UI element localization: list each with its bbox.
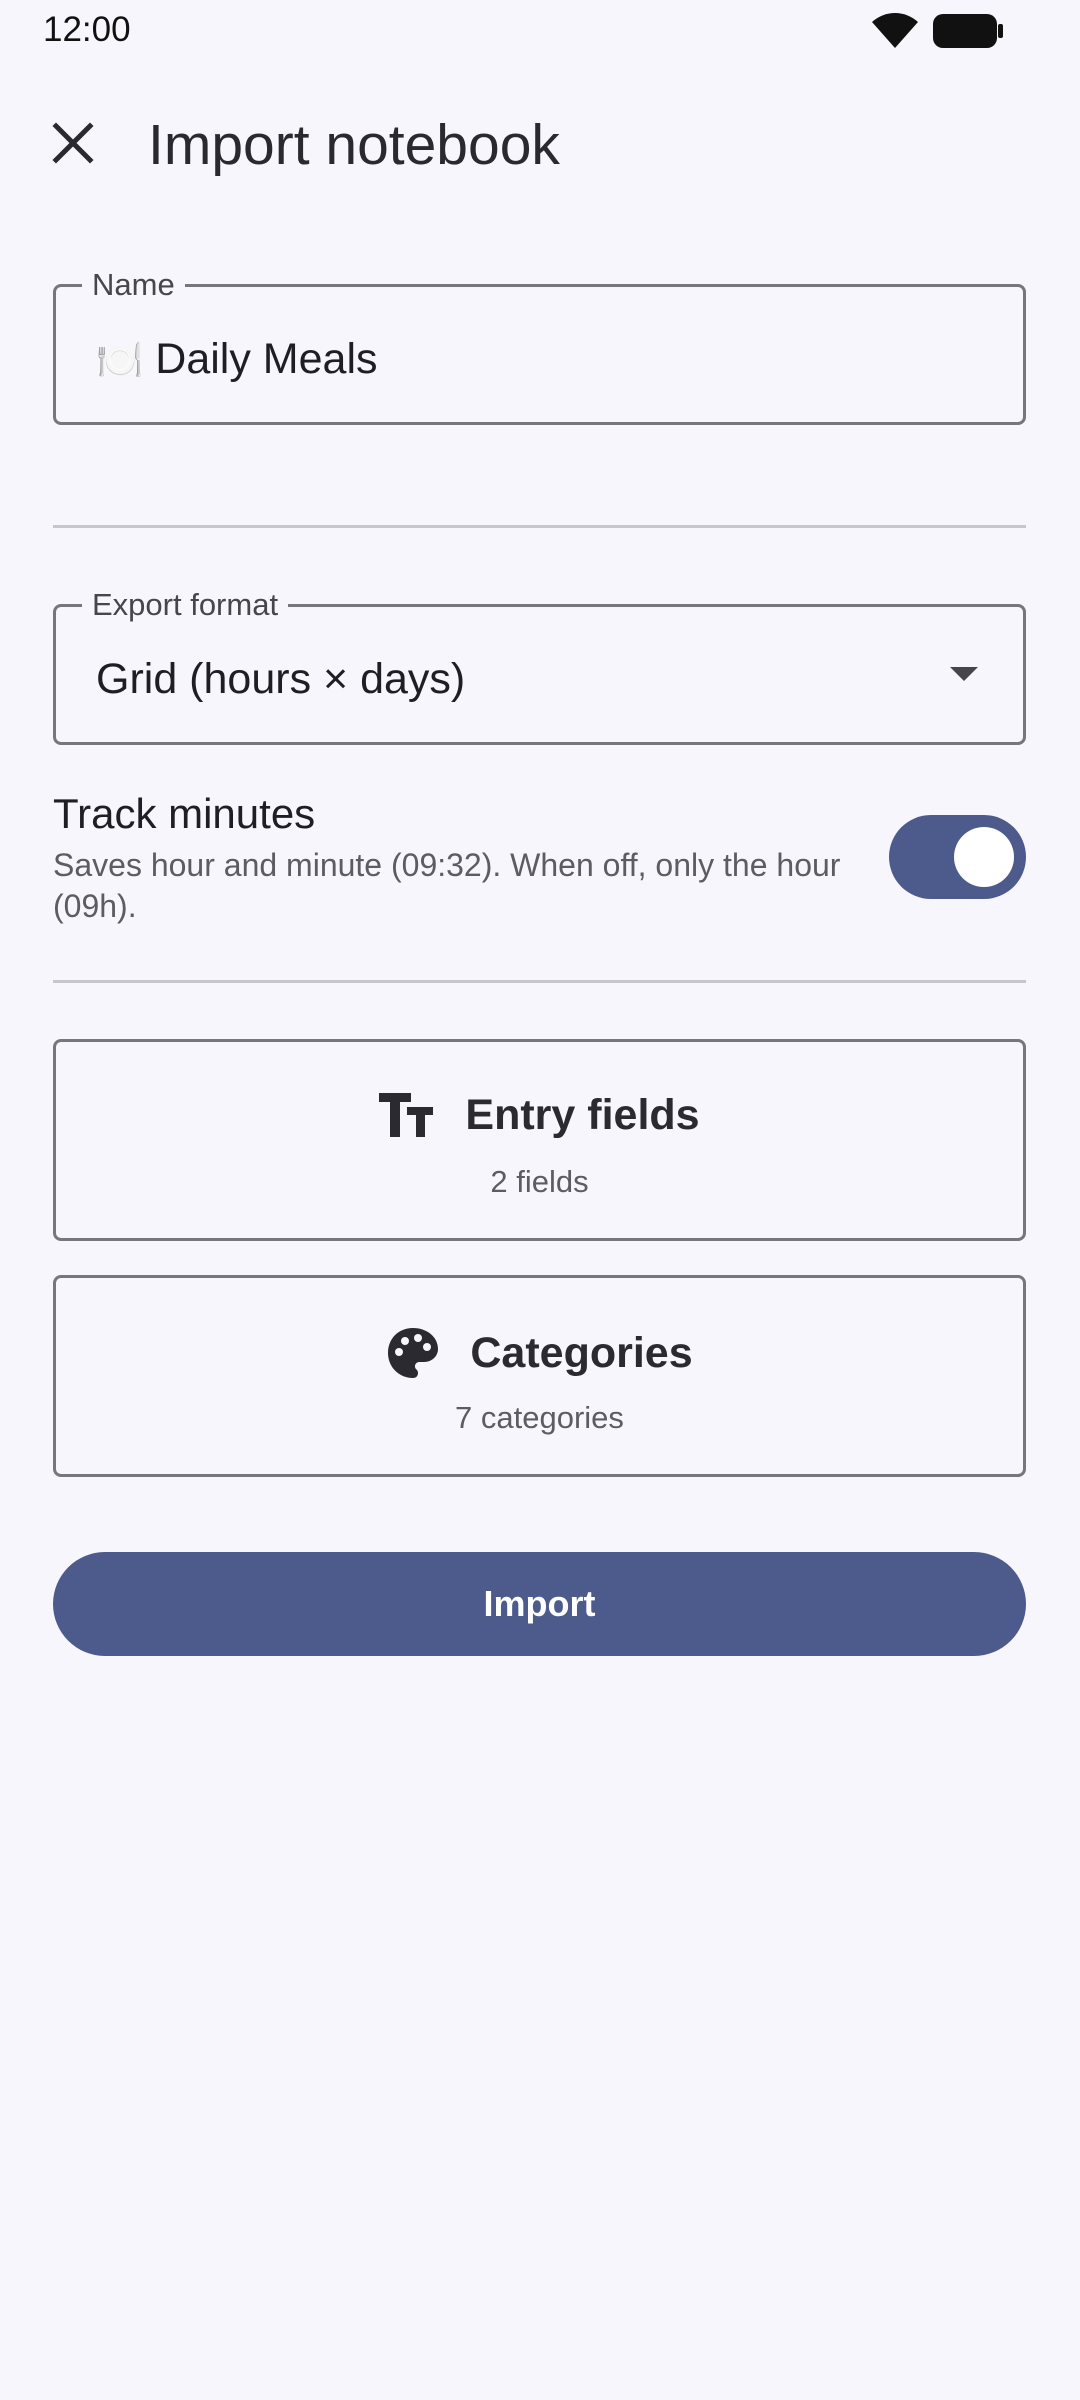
export-format-value: Grid (hours × days)	[96, 655, 466, 703]
categories-button[interactable]: Categories 7 categories	[53, 1275, 1026, 1477]
palette-icon	[388, 1328, 439, 1378]
top-app-bar: Import notebook	[0, 90, 1080, 200]
entry-fields-subtitle: 2 fields	[490, 1164, 589, 1199]
entry-fields-button[interactable]: Entry fields 2 fields	[53, 1039, 1026, 1241]
status-time: 12:00	[43, 10, 131, 49]
entry-fields-title: Entry fields	[465, 1091, 700, 1139]
import-button[interactable]: Import	[53, 1552, 1026, 1656]
battery-icon	[933, 14, 1003, 48]
name-field[interactable]: Name 🍽️ Daily Meals	[53, 267, 1026, 425]
status-bar: 12:00	[0, 0, 1080, 60]
track-minutes-description: Saves hour and minute (09:32). When off,…	[53, 847, 841, 924]
track-minutes-title: Track minutes	[53, 790, 316, 837]
close-icon	[52, 122, 94, 164]
export-format-dropdown[interactable]: Export format Grid (hours × days)	[53, 587, 1026, 745]
divider	[53, 980, 1026, 983]
plate-emoji-icon: 🍽️	[96, 340, 144, 382]
categories-title: Categories	[470, 1329, 693, 1377]
categories-subtitle: 7 categories	[455, 1400, 624, 1435]
switch-thumb	[954, 827, 1014, 887]
export-format-label: Export format	[82, 587, 289, 623]
name-field-text: Daily Meals	[155, 335, 378, 383]
name-field-value[interactable]: 🍽️ Daily Meals	[96, 335, 378, 385]
close-button[interactable]	[38, 108, 108, 178]
name-field-label: Name	[82, 267, 185, 303]
page-title: Import notebook	[148, 113, 560, 177]
divider	[53, 525, 1026, 528]
dropdown-arrow-icon	[950, 667, 978, 681]
text-fields-icon	[379, 1093, 434, 1137]
wifi-icon	[872, 13, 918, 48]
track-minutes-switch[interactable]	[889, 815, 1026, 899]
track-minutes-row: Track minutes Saves hour and minute (09:…	[53, 785, 1026, 935]
